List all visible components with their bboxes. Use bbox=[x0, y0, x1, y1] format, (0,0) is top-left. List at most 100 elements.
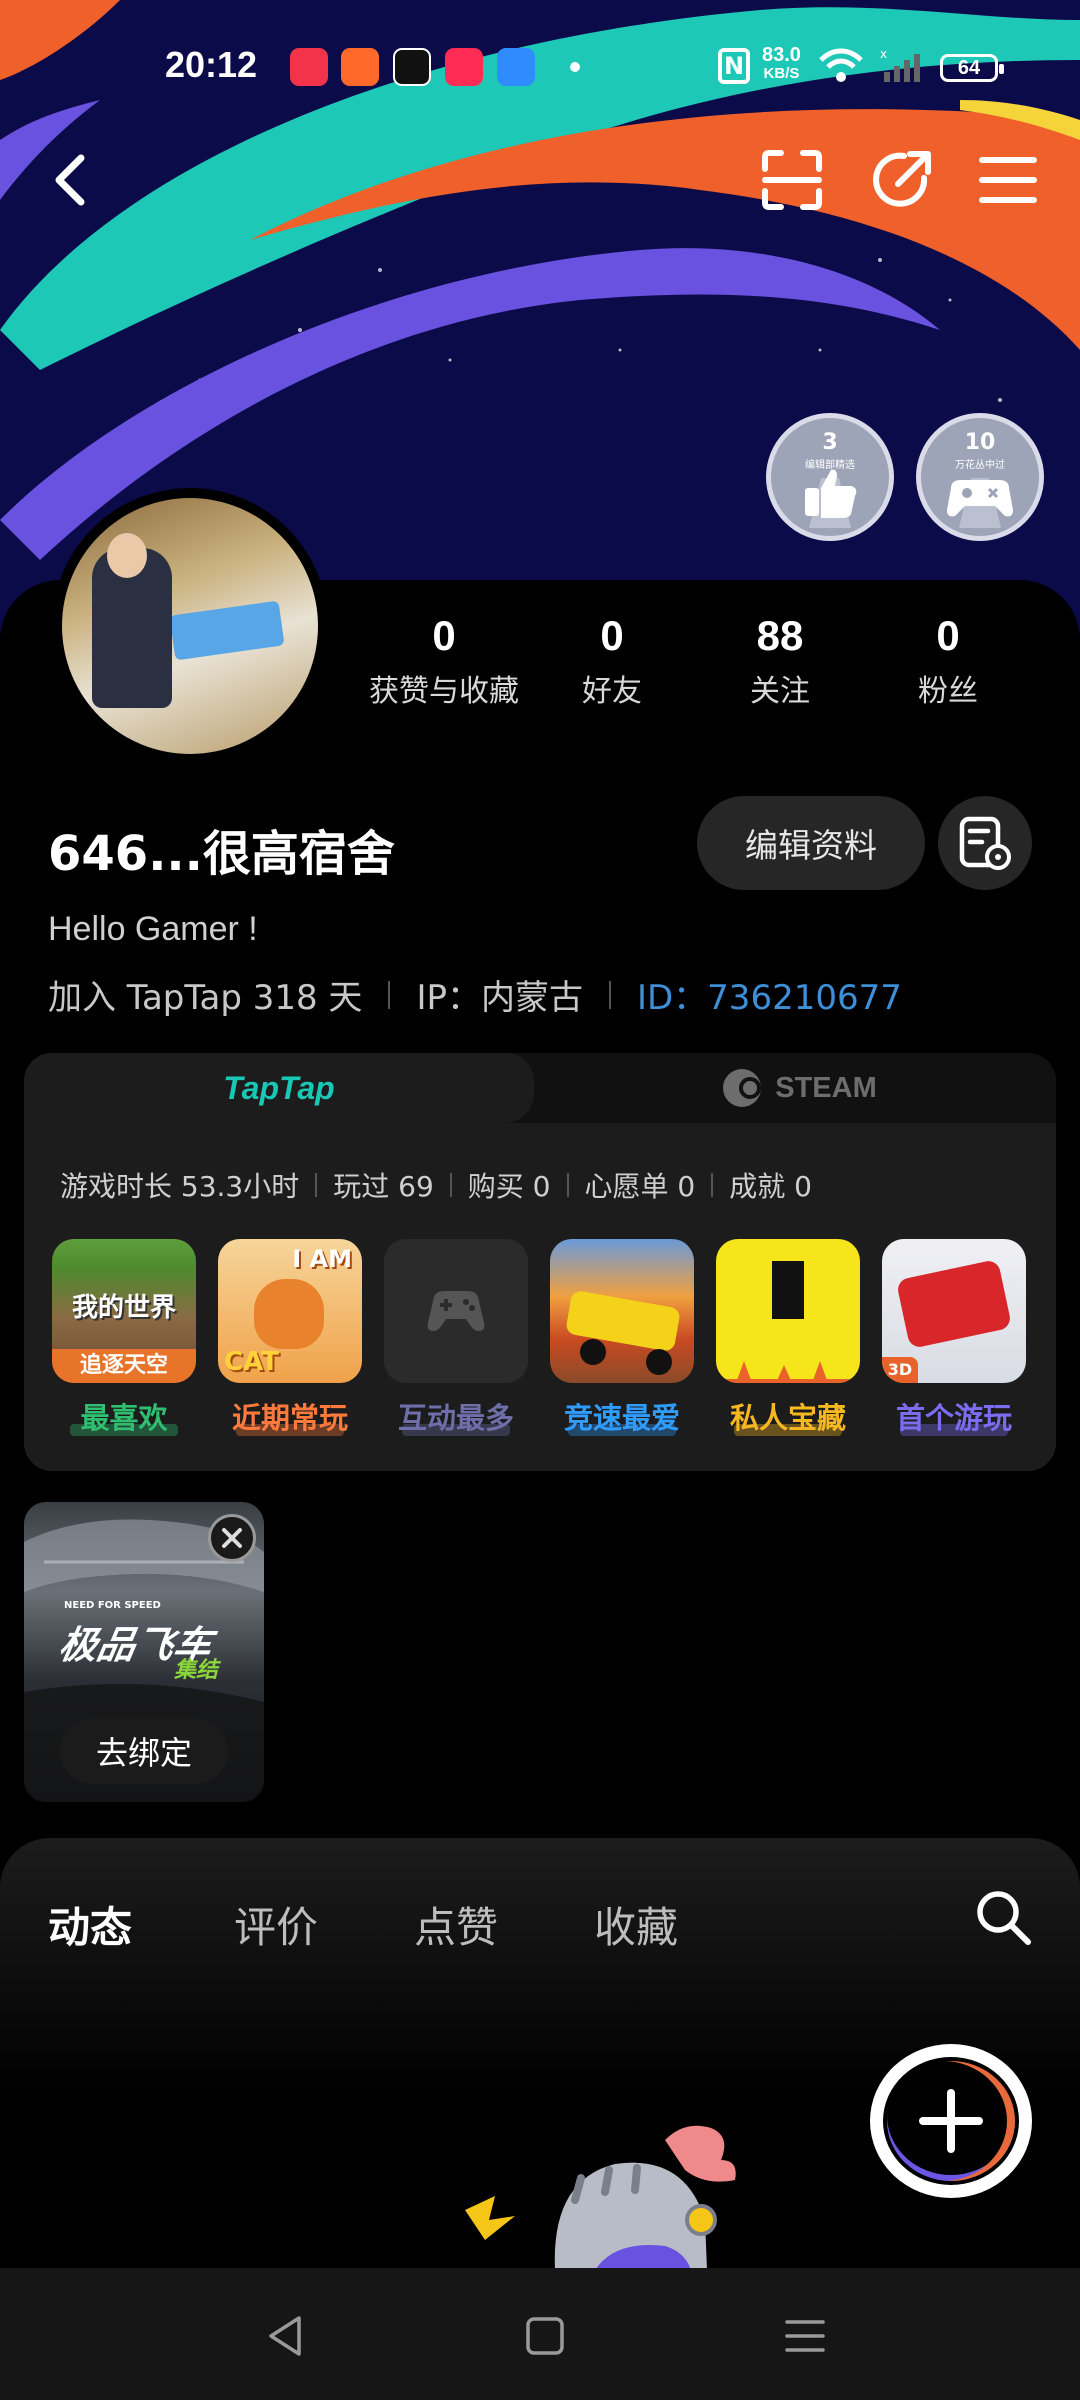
nav-back-button[interactable] bbox=[255, 2308, 315, 2364]
wifi-icon bbox=[819, 48, 863, 82]
game-icon-text: 我的世界 bbox=[71, 1293, 176, 1323]
profile-meta: 加入 TapTap 318 天 IP：内蒙古 ID：736210677 bbox=[48, 970, 902, 1019]
bind-button[interactable]: 去绑定 bbox=[60, 1718, 228, 1784]
game-label: 私人宝藏 bbox=[716, 1395, 860, 1437]
avatar[interactable] bbox=[52, 488, 328, 764]
avatar-photo bbox=[62, 498, 318, 754]
achievement-count: 成就 0 bbox=[729, 1170, 812, 1203]
game-stats: 游戏时长 53.3小时 玩过 69 购买 0 心愿单 0 成就 0 bbox=[60, 1165, 812, 1205]
tab-taptap[interactable]: TapTap bbox=[24, 1053, 534, 1123]
username: 646...很高宿舍 bbox=[48, 826, 395, 882]
stat-value: 0 bbox=[936, 612, 960, 659]
settings-doc-icon bbox=[959, 816, 1011, 870]
gamepad-icon bbox=[947, 478, 1013, 528]
clock-app-icon bbox=[393, 48, 431, 86]
search-icon bbox=[977, 1891, 1031, 1945]
game-icon-text: 3D bbox=[882, 1357, 918, 1383]
edit-profile-button[interactable]: 编辑资料 bbox=[697, 796, 925, 890]
game-interaction[interactable]: 互动最多 bbox=[384, 1239, 528, 1437]
car-wheel bbox=[646, 1349, 672, 1375]
steam-icon bbox=[723, 1069, 762, 1107]
scan-icon bbox=[762, 150, 822, 210]
purchased-count: 购买 0 bbox=[467, 1170, 551, 1203]
badge-flower[interactable]: 10 万花丛中过 bbox=[916, 413, 1044, 541]
net-speed-value: 83.0 bbox=[762, 44, 801, 66]
game-racing[interactable]: 竞速最爱 bbox=[550, 1239, 694, 1437]
divider bbox=[608, 980, 611, 1009]
divider bbox=[388, 980, 391, 1009]
cat-body bbox=[254, 1279, 324, 1349]
game-icon-text: I AM bbox=[292, 1245, 352, 1273]
wishlist-count: 心愿单 0 bbox=[584, 1170, 696, 1203]
music-app-icon bbox=[290, 48, 328, 86]
playtime: 游戏时长 53.3小时 bbox=[60, 1170, 300, 1203]
net-speed: 83.0 KB/S bbox=[762, 44, 801, 82]
game-first[interactable]: 3D 首个游玩 bbox=[882, 1239, 1026, 1437]
car-wheel bbox=[580, 1339, 606, 1365]
pixel-jump-icon bbox=[716, 1239, 860, 1383]
game-tag: 集结 bbox=[174, 1658, 219, 1683]
video-app-icon bbox=[341, 48, 379, 86]
nav-home-icon bbox=[526, 2317, 564, 2355]
profile-settings-button[interactable] bbox=[938, 796, 1032, 890]
crash-car-icon: 3D bbox=[882, 1239, 1026, 1383]
nav-recents-button[interactable] bbox=[775, 2308, 835, 2364]
tab-reviews[interactable]: 评价 bbox=[234, 1894, 318, 1955]
game-icon-subtext: 追逐天空 bbox=[52, 1349, 196, 1383]
racing-game-icon bbox=[550, 1239, 694, 1383]
divider bbox=[566, 1173, 569, 1197]
photo-face bbox=[107, 533, 147, 578]
game-label: 近期常玩 bbox=[218, 1395, 362, 1437]
close-button[interactable] bbox=[208, 1514, 256, 1562]
back-icon bbox=[55, 154, 85, 206]
net-speed-unit: KB/S bbox=[763, 65, 800, 82]
tab-collections[interactable]: 收藏 bbox=[594, 1894, 678, 1955]
tab-activity[interactable]: 动态 bbox=[48, 1894, 133, 1965]
signal-icon: x bbox=[880, 48, 920, 82]
nav-recents-icon bbox=[785, 2320, 825, 2352]
thumbs-up-icon bbox=[805, 469, 857, 528]
platform-tabs: TapTap STEAM bbox=[24, 1053, 1056, 1123]
game-treasure[interactable]: 私人宝藏 bbox=[716, 1239, 860, 1437]
back-button[interactable] bbox=[30, 140, 110, 220]
browser-app-icon bbox=[497, 48, 535, 86]
joined-days: 加入 TapTap 318 天 bbox=[48, 978, 363, 1018]
notification-dot bbox=[570, 62, 580, 72]
i-am-cat-icon: I AM CAT bbox=[218, 1239, 362, 1383]
stat-fans[interactable]: 0 粉丝 bbox=[848, 612, 1048, 710]
game-record-card: TapTap STEAM 游戏时长 53.3小时 玩过 69 购买 0 心愿单 … bbox=[24, 1053, 1056, 1471]
menu-button[interactable] bbox=[968, 140, 1048, 220]
game-subtitle: NEED FOR SPEED bbox=[64, 1600, 161, 1611]
user-id[interactable]: ID：736210677 bbox=[637, 970, 902, 1019]
svg-text:x: x bbox=[880, 48, 887, 61]
game-label: 首个游玩 bbox=[882, 1395, 1026, 1437]
share-button[interactable] bbox=[862, 140, 942, 220]
nav-back-icon bbox=[269, 2316, 301, 2356]
menu-icon bbox=[979, 157, 1037, 203]
mascot-knight-illustration bbox=[465, 2125, 736, 2270]
badge-editor-pick[interactable]: 3 编辑部精选 bbox=[766, 413, 894, 541]
tab-likes[interactable]: 点赞 bbox=[414, 1894, 498, 1955]
create-post-button[interactable] bbox=[870, 2044, 1032, 2198]
played-count: 玩过 69 bbox=[333, 1170, 434, 1203]
tab-steam[interactable]: STEAM bbox=[544, 1053, 1056, 1123]
pixel-figure bbox=[772, 1261, 804, 1319]
nfc-icon: N bbox=[718, 48, 750, 84]
red-car bbox=[895, 1258, 1013, 1350]
game-recent[interactable]: I AM CAT 近期常玩 bbox=[218, 1239, 362, 1437]
divider bbox=[711, 1173, 714, 1197]
battery-icon: 64 bbox=[940, 54, 1004, 82]
tab-steam-label: STEAM bbox=[775, 1071, 877, 1104]
gamepad-icon bbox=[427, 1291, 485, 1331]
divider bbox=[449, 1173, 452, 1197]
game-favorite[interactable]: 我的世界 追逐天空 最喜欢 bbox=[52, 1239, 196, 1437]
scan-button[interactable] bbox=[752, 140, 832, 220]
close-icon bbox=[222, 1528, 242, 1548]
bound-game-card[interactable]: NEED FOR SPEED 极品飞车 集结 去绑定 bbox=[24, 1502, 264, 1802]
game-label: 互动最多 bbox=[384, 1395, 528, 1437]
bio: Hello Gamer ! bbox=[48, 910, 258, 948]
search-button[interactable] bbox=[972, 1886, 1036, 1950]
nav-home-button[interactable] bbox=[515, 2308, 575, 2364]
status-time: 20:12 bbox=[165, 44, 258, 85]
stat-label: 粉丝 bbox=[918, 674, 978, 709]
